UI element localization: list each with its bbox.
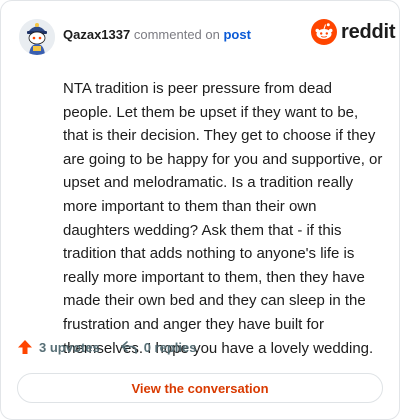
commented-on-label: commented on [133, 27, 220, 42]
reddit-logo-icon [311, 19, 337, 45]
upvote-button[interactable]: 3 upvotes [17, 339, 100, 355]
post-link[interactable]: post [223, 27, 250, 42]
reply-count: 0 replies [143, 339, 197, 355]
reddit-brand[interactable]: reddit [311, 19, 396, 45]
comment-card: Qazax1337 commented on post reddit NTA t… [0, 0, 400, 420]
reply-button[interactable]: 0 replies [120, 339, 197, 355]
snoo-avatar-icon [19, 19, 55, 55]
upvote-count: 3 upvotes [39, 339, 100, 355]
avatar[interactable] [19, 19, 55, 55]
brand-wordmark: reddit [341, 20, 396, 43]
comment-header: Qazax1337 commented on post [63, 27, 251, 42]
username[interactable]: Qazax1337 [63, 27, 130, 42]
upvote-arrow-icon [18, 340, 32, 354]
reply-arrow-icon [120, 341, 137, 354]
view-conversation-button[interactable]: View the conversation [17, 373, 383, 403]
comment-actions: 3 upvotes 0 replies [17, 339, 196, 355]
comment-text: NTA tradition is peer pressure from dead… [63, 80, 383, 357]
